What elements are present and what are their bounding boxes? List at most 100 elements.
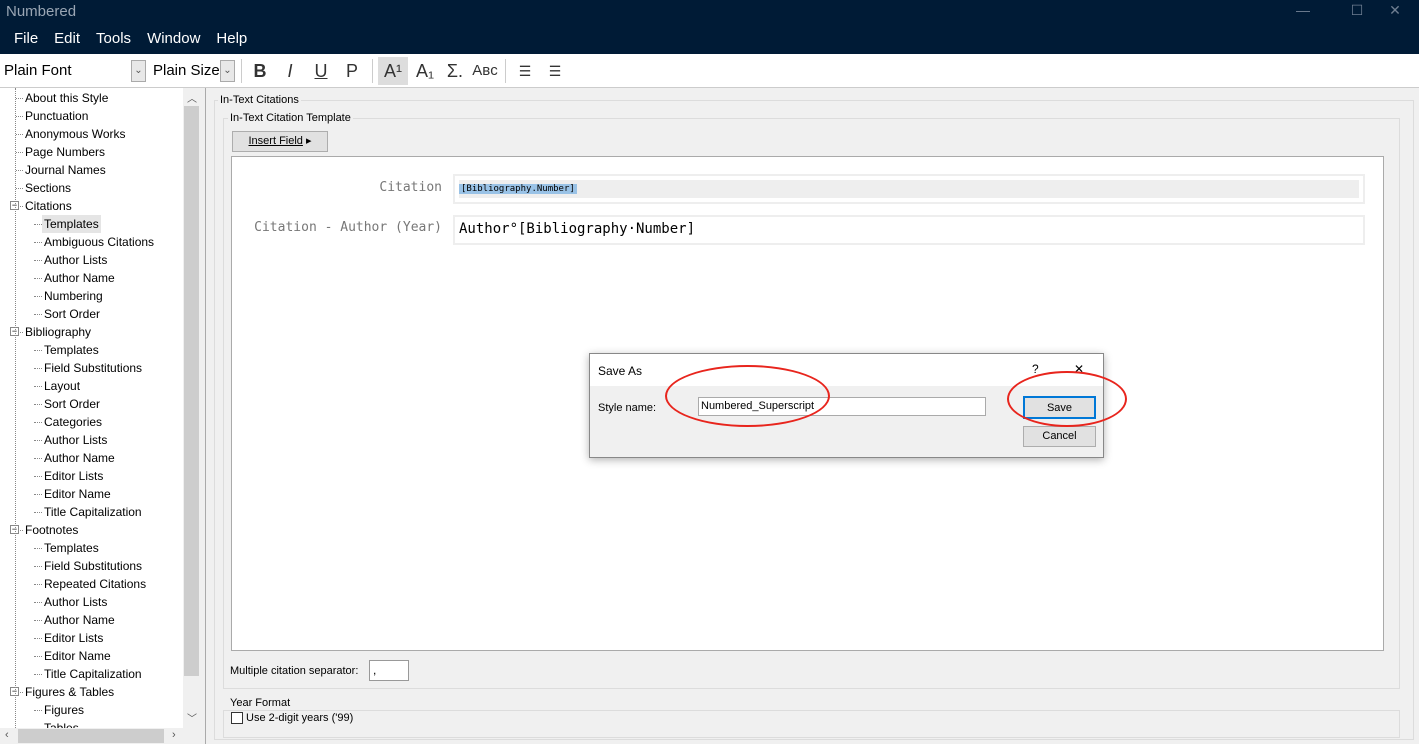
tree-item[interactable]: Author Name [42,269,117,287]
citation-field[interactable]: [Bibliography.Number] [453,174,1365,204]
align-center-icon[interactable]: ☰ [540,57,570,85]
two-digit-checkbox[interactable] [231,712,243,724]
tree-item[interactable]: Editor Name [42,647,113,665]
tree-item[interactable]: Author Lists [42,593,109,611]
align-left-icon[interactable]: ☰ [510,57,540,85]
tree-item[interactable]: Bibliography [23,323,93,341]
menu-help[interactable]: Help [208,24,255,54]
size-select[interactable]: Plain Size [153,62,220,79]
author-year-value: Author°[Bibliography·Number] [459,221,696,237]
tree-connector [16,188,23,189]
tree-connector [34,494,42,495]
tree-line [15,88,16,728]
template-group-label: In-Text Citation Template [228,112,353,124]
tree-item[interactable]: Editor Lists [42,629,105,647]
underline-button[interactable]: U [306,57,336,85]
tree-item[interactable]: Journal Names [23,161,108,179]
size-dropdown-icon[interactable]: ⌄ [220,60,235,82]
tree-connector [34,224,42,225]
insert-field-button[interactable]: Insert Field ▸ [232,131,328,152]
scroll-down-icon[interactable]: ﹀ [187,710,197,725]
tree-item[interactable]: Sort Order [42,395,102,413]
tree-item[interactable]: Sections [23,179,73,197]
citation-value: [Bibliography.Number] [459,184,577,194]
close-button[interactable]: ✕ [1372,0,1418,22]
tree-connector [16,152,23,153]
superscript-button[interactable]: A¹ [378,57,408,85]
tree-item[interactable]: Figures [42,701,86,719]
tree-item[interactable]: Editor Name [42,485,113,503]
tree-item[interactable]: Author Lists [42,431,109,449]
tree-item[interactable]: Field Substitutions [42,359,144,377]
tree-item[interactable]: Templates [42,341,101,359]
separator-input[interactable]: , [369,660,409,681]
menu-window[interactable]: Window [139,24,208,54]
author-year-field[interactable]: Author°[Bibliography·Number] [453,215,1365,245]
menu-bar: File Edit Tools Window Help [0,24,1419,54]
tree-connector [16,170,23,171]
tree-connector [34,512,42,513]
symbol-button[interactable]: Σ. [440,57,470,85]
year-format-group [223,710,1400,738]
tree-item[interactable]: Page Numbers [23,143,107,161]
bold-button[interactable]: B [245,57,275,85]
tree-item[interactable]: Sort Order [42,305,102,323]
tree-item[interactable]: Repeated Citations [42,575,148,593]
subscript-button[interactable]: A₁ [410,57,440,85]
scroll-right-icon[interactable]: › [172,729,176,741]
tree-connector [34,260,42,261]
tree-horizontal-scrollbar[interactable]: ‹ › [0,728,200,744]
title-bar: Numbered — ☐ ✕ [0,0,1419,24]
cancel-button[interactable]: Cancel [1023,426,1096,447]
tree-item[interactable]: Punctuation [23,107,90,125]
tree-item[interactable]: Templates [42,215,101,233]
font-dropdown-icon[interactable]: ⌄ [131,60,146,82]
tree-item[interactable]: Title Capitalization [42,503,144,521]
tree-item[interactable]: Anonymous Works [23,125,127,143]
minimize-button[interactable]: — [1280,0,1326,22]
insert-field-label: Insert Field [248,135,303,147]
tree-connector [34,422,42,423]
tree-item[interactable]: Author Name [42,449,117,467]
tree-connector [34,602,42,603]
tree-connector [34,314,42,315]
tree-item[interactable]: About this Style [23,89,110,107]
scroll-left-icon[interactable]: ‹ [5,729,9,741]
annotation-circle-save [1007,371,1127,427]
tree-item[interactable]: Footnotes [23,521,80,539]
tree-item[interactable]: Field Substitutions [42,557,144,575]
font-select[interactable]: Plain Font [4,62,72,79]
menu-edit[interactable]: Edit [46,24,88,54]
plain-button[interactable]: P [337,57,367,85]
tree-vertical-scrollbar[interactable]: ︿ ﹀ [183,88,200,728]
year-format-label: Year Format [228,697,293,709]
tree-item[interactable]: Title Capitalization [42,665,144,683]
tree-item[interactable]: Templates [42,539,101,557]
scroll-thumb[interactable] [184,106,199,676]
citation-label: Citation [379,180,442,195]
tree-item[interactable]: Layout [42,377,82,395]
tree-connector [34,710,42,711]
hscroll-thumb[interactable] [18,729,164,743]
tree-item[interactable]: Author Lists [42,251,109,269]
tree-item[interactable]: Categories [42,413,104,431]
menu-file[interactable]: File [6,24,46,54]
style-name-label: Style name: [598,402,657,414]
scroll-up-icon[interactable]: ︿ [187,90,197,105]
tree-connector [34,296,42,297]
tree-item[interactable]: Citations [23,197,74,215]
tree-item[interactable]: Ambiguous Citations [42,233,156,251]
style-tree-panel: About this Style Punctuation Anonymous Wor… [0,88,200,744]
menu-tools[interactable]: Tools [88,24,139,54]
smallcaps-button[interactable]: Aʙᴄ [470,57,500,85]
tree-item[interactable]: Editor Lists [42,467,105,485]
tree-connector [34,674,42,675]
tree-connector [34,350,42,351]
tree-connector [34,440,42,441]
italic-button[interactable]: I [275,57,305,85]
tree-item[interactable]: Figures & Tables [23,683,116,701]
style-tree: About this Style Punctuation Anonymous Wor… [0,88,183,728]
tree-item[interactable]: Author Name [42,611,117,629]
tree-item[interactable]: Numbering [42,287,105,305]
tree-item[interactable]: Tables [42,719,81,728]
